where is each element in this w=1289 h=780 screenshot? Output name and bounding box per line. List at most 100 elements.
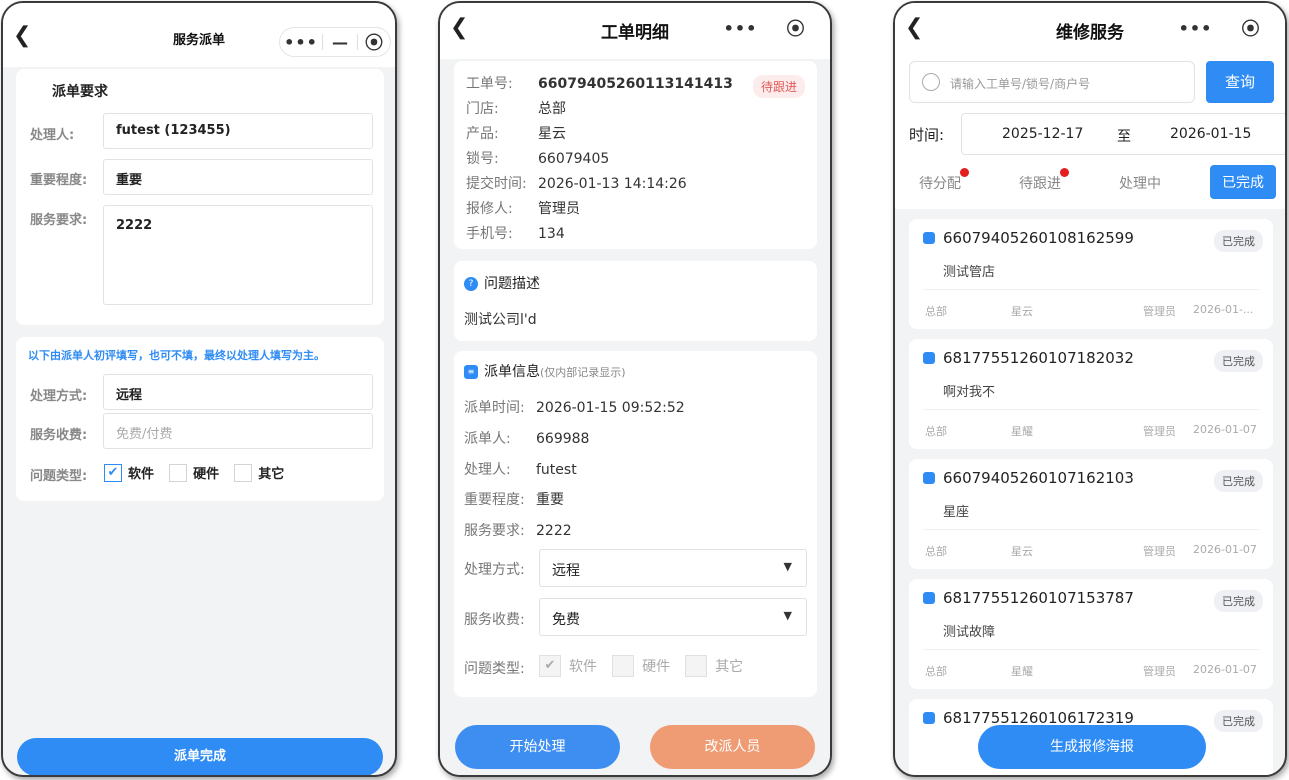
start-processing-button[interactable]: 开始处理 [455,725,620,769]
info-value: 134 [538,226,565,242]
fee-value: 免费 [552,612,580,628]
problem-type-group: ✔ 软件 硬件 其它 [539,655,753,677]
date-to[interactable]: 2026-01-15 [1170,126,1251,142]
checkbox-other[interactable] [234,463,253,482]
dispatch-info-card: ≡ 派单信息(仅内部记录显示) 派单时间: 2026-01-15 09:52:52 … [454,351,817,697]
order-icon [923,592,935,604]
problem-type-group: ✔ 软件 硬件 其它 [104,462,294,482]
problem-card: ? 问题描述 测试公司l'd [454,261,817,341]
dispatch-key: 重要程度: [464,492,525,508]
checkbox-software[interactable]: ✔ [104,463,122,482]
info-row: 提交时间: 2026-01-13 14:14:26 [466,173,687,193]
tab-completed[interactable]: 已完成 [1210,165,1276,199]
info-value: 2026-01-13 14:14:26 [538,176,687,192]
status-badge: 已完成 [1214,590,1263,612]
dispatch-row: 重要程度: 重要 [464,489,564,509]
tab-label: 已完成 [1222,175,1264,191]
checkbox-label: 软件 [569,659,597,675]
order-store: 总部 [925,665,947,678]
search-button[interactable]: 查询 [1206,61,1274,103]
checkbox-software[interactable]: ✔ [539,655,561,677]
dispatch-header: ≡ 派单信息(仅内部记录显示) [464,361,626,381]
miniapp-capsule: ••• — ⦿ [279,27,391,57]
requirement-textarea[interactable]: 2222 [103,205,373,305]
close-target-icon[interactable]: ⦿ [358,29,390,55]
tab-pending-follow[interactable]: 待跟进 [1019,168,1069,193]
miniapp-capsule: ••• ⦿ [1167,13,1279,43]
handler-label: 处理人: [30,128,75,143]
more-icon[interactable]: ••• [280,33,322,52]
order-description: 星座 [943,505,970,520]
repair-service-screen: ❮ 维修服务 ••• ⦿ 请输入工单号/锁号/商户号 查询 时间: 2025-1… [893,1,1287,777]
order-card[interactable]: 68177551260107153787 已完成 测试故障 总部 星耀 管理员 … [909,579,1273,689]
close-target-icon[interactable]: ⦿ [768,15,823,41]
info-row: 工单号: 66079405260113141413 [466,73,733,93]
order-card[interactable]: 66079405260108162599 已完成 测试管店 总部 星云 管理员 … [909,219,1273,329]
search-input[interactable]: 请输入工单号/锁号/商户号 [909,61,1195,103]
info-key: 门店: [466,101,499,117]
dropdown-arrow-icon: ▼ [783,609,792,622]
order-store: 总部 [925,425,947,438]
order-description: 测试管店 [943,265,996,280]
dispatch-title: 派单信息 [484,364,540,380]
checkbox-label: 硬件 [193,467,220,482]
info-key: 锁号: [466,151,499,167]
status-badge: 已完成 [1214,710,1263,732]
info-key: 工单号: [466,76,513,92]
date-range-picker[interactable]: 2025-12-17 至 2026-01-15 [961,113,1285,155]
checkbox-hardware[interactable] [169,463,188,482]
method-label: 处理方式: [30,389,88,404]
close-target-icon[interactable]: ⦿ [1223,15,1278,41]
generate-poster-button[interactable]: 生成报修海报 [978,725,1206,769]
divider [923,529,1259,530]
filter-header: ❮ 维修服务 ••• ⦿ 请输入工单号/锁号/商户号 查询 时间: 2025-1… [895,3,1285,209]
info-row: 产品: 星云 [466,123,566,143]
method-field[interactable]: 远程 [103,374,373,410]
tab-label: 待跟进 [1019,176,1061,192]
more-icon[interactable]: ••• [713,19,768,38]
dispatch-row: 处理人: futest [464,459,577,479]
checkbox-hardware[interactable] [612,655,635,677]
date-from[interactable]: 2025-12-17 [1002,126,1083,142]
order-detail-screen: ❮ 工单明细 ••• ⦿ 待跟进 工单号: 6607940526011314141… [438,1,832,777]
dispatch-row: 服务要求: 2222 [464,520,572,540]
reassign-button[interactable]: 改派人员 [650,725,815,769]
order-product: 星耀 [1011,425,1033,438]
method-label: 处理方式: [464,562,525,578]
dispatch-screen: ❮ 服务派单 ••• — ⦿ 派单要求 处理人: futest (123455)… [1,1,397,777]
info-value: 66079405260113141413 [538,76,733,92]
minimize-icon[interactable]: — [323,33,357,52]
method-select[interactable]: 远程 ▼ [539,549,807,587]
order-icon [923,712,935,724]
tab-processing[interactable]: 处理中 [1119,173,1161,193]
order-product: 星云 [1011,545,1033,558]
dispatch-subtitle: (仅内部记录显示) [540,366,626,379]
info-key: 提交时间: [466,176,527,192]
order-icon [923,352,935,364]
checkbox-label: 软件 [128,467,155,482]
order-user: 管理员 [1143,665,1176,678]
type-label: 问题类型: [30,469,88,484]
info-value: 管理员 [538,201,580,217]
order-store: 总部 [925,305,947,318]
bottom-bar: 开始处理 改派人员 [440,719,830,775]
checkbox-other[interactable] [685,655,708,677]
fee-input[interactable]: 免费/付费 [103,413,373,449]
order-card[interactable]: 66079405260107162103 已完成 星座 总部 星云 管理员 20… [909,459,1273,569]
notification-dot [1060,168,1069,177]
importance-field[interactable]: 重要 [103,159,373,195]
order-date: 2026-01-07 [1193,423,1257,436]
nav-bar: ❮ 工单明细 ••• ⦿ [440,3,830,59]
order-card[interactable]: 68177551260107182032 已完成 啊对我不 总部 星耀 管理员 … [909,339,1273,449]
more-icon[interactable]: ••• [1168,19,1223,38]
info-value: 66079405 [538,151,610,167]
dispatch-complete-button[interactable]: 派单完成 [17,738,383,775]
fee-label: 服务收费: [464,612,525,628]
checkbox-label: 其它 [715,659,744,675]
tab-pending-assign[interactable]: 待分配 [919,168,969,193]
order-number: 66079405260108162599 [943,229,1134,247]
order-user: 管理员 [1143,545,1176,558]
handler-field[interactable]: futest (123455) [103,113,373,149]
fee-select[interactable]: 免费 ▼ [539,598,807,636]
info-row: 报修人: 管理员 [466,198,580,218]
